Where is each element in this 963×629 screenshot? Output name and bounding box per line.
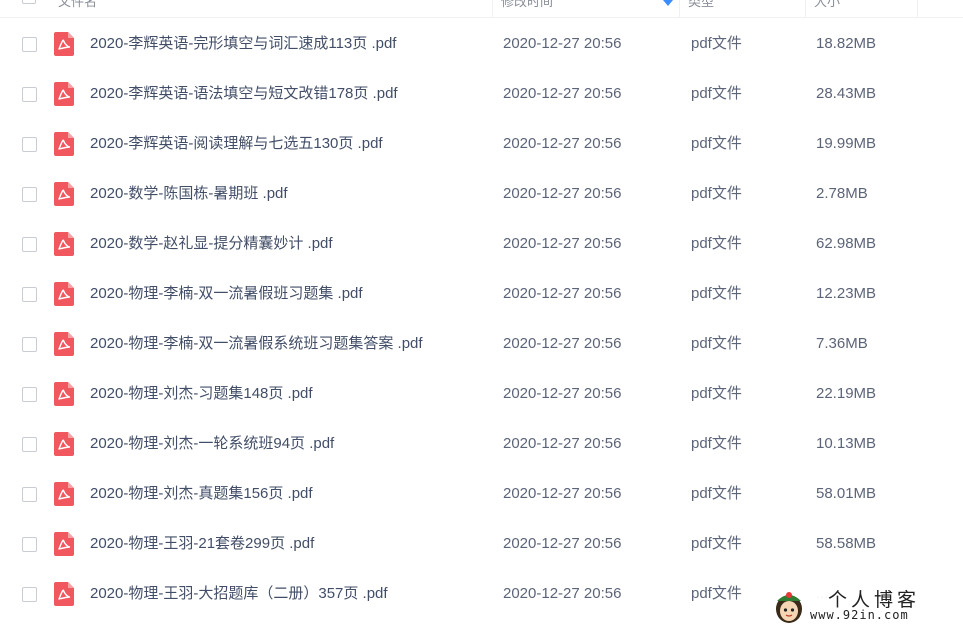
column-header-type-label: 类型 (688, 0, 715, 9)
file-size: 18.82MB (816, 35, 877, 52)
file-size: 58.01MB (816, 485, 877, 502)
column-header-size[interactable]: 大小 (806, 0, 918, 18)
file-type: pdf文件 (691, 485, 742, 502)
file-modified-date: 2020-12-27 20:56 (503, 185, 622, 202)
file-modified-date: 2020-12-27 20:56 (503, 485, 622, 502)
pdf-icon (54, 82, 74, 106)
column-header-name-label: 文件名 (58, 0, 98, 9)
file-size: 10.13MB (816, 435, 877, 452)
file-name[interactable]: 2020-数学-陈国栋-暑期班 .pdf (90, 169, 288, 219)
file-type: pdf文件 (691, 385, 742, 402)
file-row[interactable]: 2020-数学-陈国栋-暑期班 .pdf 2020-12-27 20:56 pd… (0, 169, 963, 219)
file-type: pdf文件 (691, 585, 742, 602)
sort-descending-icon[interactable] (663, 0, 673, 6)
file-modified-date: 2020-12-27 20:56 (503, 385, 622, 402)
file-modified-date: 2020-12-27 20:56 (503, 335, 622, 352)
column-header-date-label: 修改时间 (501, 0, 554, 9)
file-row[interactable]: 2020-李辉英语-阅读理解与七选五130页 .pdf 2020-12-27 2… (0, 119, 963, 169)
file-row[interactable]: 2020-物理-李楠-双一流暑假班习题集 .pdf 2020-12-27 20:… (0, 269, 963, 319)
file-size: 2.78MB (816, 185, 868, 202)
file-modified-date: 2020-12-27 20:56 (503, 135, 622, 152)
row-checkbox[interactable] (22, 437, 37, 452)
file-row[interactable]: 2020-李辉英语-语法填空与短文改错178页 .pdf 2020-12-27 … (0, 69, 963, 119)
file-type: pdf文件 (691, 185, 742, 202)
row-checkbox[interactable] (22, 287, 37, 302)
file-row[interactable]: 2020-数学-赵礼显-提分精囊妙计 .pdf 2020-12-27 20:56… (0, 219, 963, 269)
pdf-icon (54, 132, 74, 156)
select-all-checkbox[interactable] (22, 0, 36, 4)
pdf-icon (54, 382, 74, 406)
pdf-icon (54, 32, 74, 56)
file-type: pdf文件 (691, 85, 742, 102)
row-checkbox[interactable] (22, 387, 37, 402)
file-name[interactable]: 2020-物理-李楠-双一流暑假班习题集 .pdf (90, 269, 363, 319)
file-row[interactable]: 2020-物理-李楠-双一流暑假系统班习题集答案 .pdf 2020-12-27… (0, 319, 963, 369)
watermark-url: www.92in.com (810, 608, 909, 622)
column-header-size-label: 大小 (814, 0, 841, 9)
column-header-date[interactable]: 修改时间 (493, 0, 680, 18)
file-modified-date: 2020-12-27 20:56 (503, 85, 622, 102)
file-name[interactable]: 2020-物理-刘杰-真题集156页 .pdf (90, 469, 313, 519)
file-size: 28.43MB (816, 85, 877, 102)
file-list: 2020-李辉英语-完形填空与词汇速成113页 .pdf 2020-12-27 … (0, 19, 963, 619)
file-size: 12.23MB (816, 285, 877, 302)
file-modified-date: 2020-12-27 20:56 (503, 235, 622, 252)
file-type: pdf文件 (691, 235, 742, 252)
file-list-page: 文件名 修改时间 类型 大小 2020-李辉英语-完形填空与词汇速成113页 .… (0, 0, 963, 629)
file-size: 7.36MB (816, 335, 868, 352)
file-row[interactable]: 2020-物理-刘杰-习题集148页 .pdf 2020-12-27 20:56… (0, 369, 963, 419)
file-row[interactable]: 2020-李辉英语-完形填空与词汇速成113页 .pdf 2020-12-27 … (0, 19, 963, 69)
file-type: pdf文件 (691, 335, 742, 352)
file-name[interactable]: 2020-物理-王羽-大招题库（二册）357页 .pdf (90, 569, 388, 619)
file-type: pdf文件 (691, 285, 742, 302)
pdf-icon (54, 482, 74, 506)
file-modified-date: 2020-12-27 20:56 (503, 35, 622, 52)
file-row[interactable]: 2020-物理-刘杰-一轮系统班94页 .pdf 2020-12-27 20:5… (0, 419, 963, 469)
file-name[interactable]: 2020-物理-李楠-双一流暑假系统班习题集答案 .pdf (90, 319, 423, 369)
row-checkbox[interactable] (22, 187, 37, 202)
row-checkbox[interactable] (22, 137, 37, 152)
file-name[interactable]: 2020-物理-刘杰-一轮系统班94页 .pdf (90, 419, 334, 469)
file-modified-date: 2020-12-27 20:56 (503, 585, 622, 602)
row-checkbox[interactable] (22, 87, 37, 102)
file-name[interactable]: 2020-李辉英语-语法填空与短文改错178页 .pdf (90, 69, 398, 119)
pdf-icon (54, 182, 74, 206)
file-modified-date: 2020-12-27 20:56 (503, 285, 622, 302)
file-type: pdf文件 (691, 535, 742, 552)
file-name[interactable]: 2020-李辉英语-阅读理解与七选五130页 .pdf (90, 119, 383, 169)
file-name[interactable]: 2020-物理-刘杰-习题集148页 .pdf (90, 369, 313, 419)
pdf-icon (54, 282, 74, 306)
file-name[interactable]: 2020-物理-王羽-21套卷299页 .pdf (90, 519, 314, 569)
file-size: 22.19MB (816, 385, 877, 402)
row-checkbox[interactable] (22, 237, 37, 252)
pdf-icon (54, 232, 74, 256)
file-modified-date: 2020-12-27 20:56 (503, 535, 622, 552)
file-name[interactable]: 2020-数学-赵礼显-提分精囊妙计 .pdf (90, 219, 333, 269)
row-checkbox[interactable] (22, 487, 37, 502)
row-checkbox[interactable] (22, 587, 37, 602)
file-row[interactable]: 2020-物理-刘杰-真题集156页 .pdf 2020-12-27 20:56… (0, 469, 963, 519)
blog-watermark: 个人博客 www.92in.com (770, 583, 960, 629)
file-type: pdf文件 (691, 435, 742, 452)
row-checkbox[interactable] (22, 337, 37, 352)
file-modified-date: 2020-12-27 20:56 (503, 435, 622, 452)
file-size: 62.98MB (816, 235, 877, 252)
pdf-icon (54, 432, 74, 456)
pdf-icon (54, 532, 74, 556)
file-list-header: 文件名 修改时间 类型 大小 (0, 0, 963, 18)
row-checkbox[interactable] (22, 537, 37, 552)
column-header-name[interactable]: 文件名 (50, 0, 493, 18)
cartoon-avatar-icon (776, 592, 802, 623)
file-size: 58.58MB (816, 535, 877, 552)
file-size: 19.99MB (816, 135, 877, 152)
file-row[interactable]: 2020-物理-王羽-21套卷299页 .pdf 2020-12-27 20:5… (0, 519, 963, 569)
row-checkbox[interactable] (22, 37, 37, 52)
column-header-type[interactable]: 类型 (680, 0, 806, 18)
file-type: pdf文件 (691, 135, 742, 152)
file-name[interactable]: 2020-李辉英语-完形填空与词汇速成113页 .pdf (90, 19, 396, 69)
pdf-icon (54, 582, 74, 606)
file-type: pdf文件 (691, 35, 742, 52)
pdf-icon (54, 332, 74, 356)
